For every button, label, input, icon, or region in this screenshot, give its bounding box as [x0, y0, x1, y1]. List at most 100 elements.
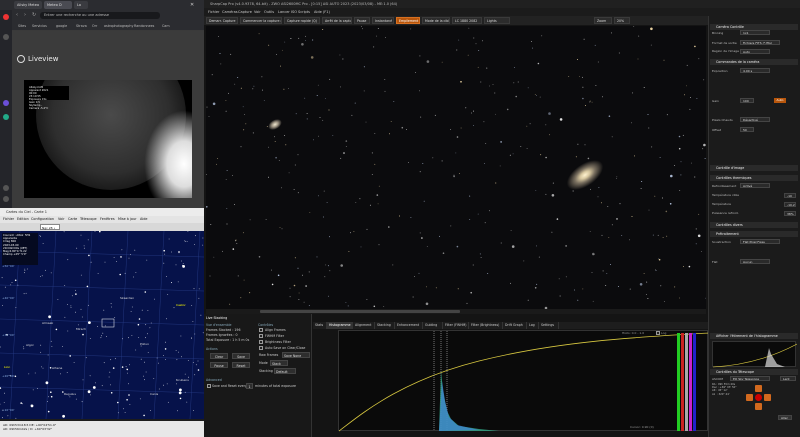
pause-button[interactable]: Pause [210, 362, 228, 368]
back-icon[interactable]: ‹ [16, 12, 18, 18]
binning-select[interactable]: 1x1 [740, 30, 770, 35]
tab-guiding[interactable]: Guiding [423, 322, 443, 329]
section-preprocessing[interactable]: Prétraitement [710, 231, 798, 237]
raw-frames-select[interactable]: Save None [282, 352, 310, 358]
toolbar-button[interactable]: Demarr. Capture [206, 17, 238, 24]
save-reset-checkbox[interactable] [207, 384, 211, 388]
menu-item[interactable]: Edition [17, 216, 29, 223]
forward-icon[interactable]: › [24, 12, 26, 18]
toolbar-button[interactable]: Mode de la cible [422, 17, 450, 24]
brightness-filter-checkbox[interactable] [259, 340, 263, 344]
histogram-plot[interactable] [338, 330, 709, 432]
section-misc[interactable]: Contrôles divers [710, 222, 798, 228]
menu-item[interactable]: Fichier [3, 216, 14, 223]
menu-item[interactable]: Caméras [222, 8, 238, 16]
offset-input[interactable]: 50 [740, 127, 754, 132]
section-thermal[interactable]: Contrôles thermiques [710, 175, 798, 181]
reload-icon[interactable]: ↻ [32, 12, 36, 18]
tab-settings[interactable]: Settings [539, 322, 559, 329]
tab-drift-graph[interactable]: Drift Graph [503, 322, 527, 329]
east-arrow-icon[interactable] [764, 394, 771, 401]
subtract-select[interactable]: Flat Pixel Fixes [740, 239, 780, 244]
field-select[interactable]: Ngc 28 • [40, 224, 60, 230]
tab-filter-brightness[interactable]: Filter (Brightness) [469, 322, 503, 329]
toolbar-button[interactable]: Capture rapide (Q) [284, 17, 320, 24]
reset-button[interactable]: Reset [232, 362, 250, 368]
stack-button[interactable]: Empilement [396, 17, 420, 24]
bookmark[interactable]: Sites [18, 23, 26, 30]
tab-stats[interactable]: Stats [313, 322, 327, 329]
align-frames-checkbox[interactable] [259, 328, 263, 332]
menu-item[interactable]: Carte [68, 216, 77, 223]
scrollbar-thumb[interactable] [260, 310, 460, 313]
roi-select[interactable]: Auto [740, 49, 770, 54]
exposure-input[interactable]: 4.00 s [740, 68, 770, 73]
clear-button[interactable]: Clear [210, 353, 228, 359]
menu-item[interactable]: Aide [140, 216, 148, 223]
settings-icon[interactable] [3, 196, 9, 202]
browser-tab[interactable]: Allsky Meteo [14, 1, 42, 9]
menu-item[interactable]: Télescope [80, 216, 97, 223]
hot-pixels-select[interactable]: Désactivé [740, 117, 770, 122]
telescope-select[interactable]: EQ Sky Telescope [730, 376, 770, 381]
menu-item[interactable]: Fenêtres [100, 216, 115, 223]
section-camera-commands[interactable]: Commandes de la caméra [710, 59, 798, 65]
menu-item[interactable]: Voir [254, 8, 261, 16]
north-arrow-icon[interactable] [755, 385, 762, 392]
menu-item[interactable]: Voir [58, 216, 64, 223]
flat-select[interactable]: Aucun [740, 259, 770, 264]
live-image[interactable] [206, 26, 706, 309]
tab-filter-fwhm[interactable]: Filter (FWHM) [443, 322, 469, 329]
close-icon[interactable]: ✕ [190, 1, 202, 9]
tab-enhancement[interactable]: Enhancement [395, 322, 423, 329]
south-arrow-icon[interactable] [755, 403, 762, 410]
toolbar-button[interactable]: Arrêt de la capture [322, 17, 352, 24]
whatsapp-icon[interactable] [3, 114, 9, 120]
save-reset-minutes[interactable]: 1 [246, 383, 253, 389]
toolbar-button[interactable]: Pause [354, 17, 370, 24]
menu-item[interactable]: Mise à jour [118, 216, 137, 223]
output-format-select[interactable]: Fichiers FITS (*.fits) [740, 40, 780, 45]
browser-tab[interactable]: Lo [74, 1, 88, 9]
save-button[interactable]: Save [232, 353, 250, 359]
bookmark[interactable]: Cam [162, 23, 170, 30]
tab-alignment[interactable]: Alignment [353, 322, 375, 329]
rate-select[interactable]: Lent [780, 376, 796, 381]
log-checkbox[interactable] [656, 331, 660, 335]
menu-item[interactable]: Lancer ISO [278, 8, 297, 16]
gain-input[interactable]: 100 [740, 98, 754, 103]
bookmark[interactable]: Strava [76, 23, 87, 30]
stop-icon[interactable] [755, 394, 762, 401]
bookmark[interactable]: google [56, 23, 67, 30]
zoom-select[interactable]: 20% [614, 17, 630, 24]
west-arrow-icon[interactable] [746, 394, 753, 401]
aria-icon[interactable] [3, 100, 9, 106]
menu-item[interactable]: Outils [264, 8, 274, 16]
stretch-histogram[interactable] [712, 341, 797, 368]
cooler-select[interactable]: Activé [740, 183, 770, 188]
fwhm-filter-checkbox[interactable] [259, 334, 263, 338]
bookmark[interactable]: astrophotography [104, 23, 133, 30]
auto-gain-button[interactable]: Auto [774, 98, 786, 103]
tab-stacking[interactable]: Stacking [375, 322, 395, 329]
tab-histogram[interactable]: Histogramme [327, 322, 353, 329]
bookmark[interactable]: Servicios [32, 23, 47, 30]
menu-item[interactable]: Scripts [298, 8, 310, 16]
browser-tab[interactable]: Meteo D [44, 1, 72, 9]
url-input[interactable]: Entrer une recherche ou une adresse [40, 12, 160, 19]
tab-log[interactable]: Log [527, 322, 539, 329]
menu-item[interactable]: Capture [238, 8, 252, 16]
toolbar-select[interactable]: Lights [484, 17, 510, 24]
menu-item[interactable]: Fichier [208, 8, 219, 16]
section-telescope[interactable]: Contrôles du Télescope [710, 369, 798, 375]
toolbar-button[interactable]: Instantané [372, 17, 394, 24]
home-icon[interactable] [3, 34, 9, 40]
clock-icon[interactable] [3, 185, 9, 191]
section-image-control[interactable]: Contrôle d'image [710, 165, 798, 171]
opera-logo-icon[interactable] [3, 14, 9, 20]
section-histogram-stretch[interactable]: Afficher l'étirement de l'histogramme [710, 333, 798, 339]
menu-item[interactable]: Configuration [31, 216, 54, 223]
stacking-select[interactable]: Default [274, 368, 296, 374]
toolbar-select[interactable]: LC 1880 2082 [452, 17, 482, 24]
mode-select[interactable]: Stack [270, 360, 288, 366]
